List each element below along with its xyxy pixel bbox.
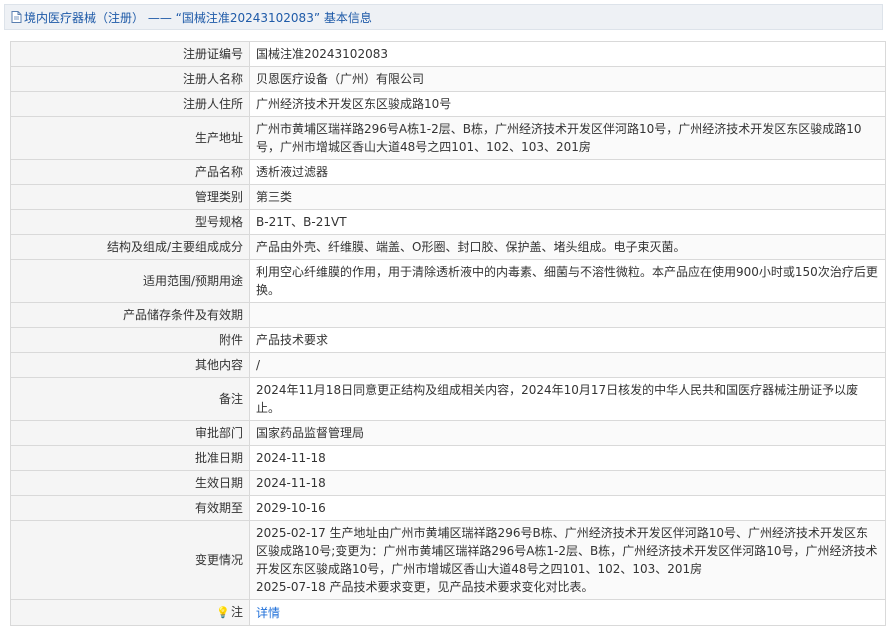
row-value: 2024-11-18 bbox=[249, 445, 886, 471]
row-value: 第三类 bbox=[249, 184, 886, 210]
document-icon bbox=[11, 11, 22, 23]
note-label-cell: 💡注 bbox=[10, 599, 250, 626]
row-value: 国家药品监督管理局 bbox=[249, 420, 886, 446]
row-value bbox=[249, 302, 886, 328]
table-row: 有效期至 2029-10-16 bbox=[10, 495, 886, 521]
table-row: 管理类别 第三类 bbox=[10, 184, 886, 210]
row-label: 生效日期 bbox=[10, 470, 250, 496]
changes-label: 变更情况 bbox=[10, 520, 250, 600]
details-link[interactable]: 详情 bbox=[256, 606, 280, 620]
table-row: 生效日期 2024-11-18 bbox=[10, 470, 886, 496]
row-value: 2024-11-18 bbox=[249, 470, 886, 496]
row-value: 广州市黄埔区瑞祥路296号A栋1-2层、B栋，广州经济技术开发区伴河路10号，广… bbox=[249, 116, 886, 160]
breadcrumb: 境内医疗器械（注册） —— “国械注准20243102083” 基本信息 bbox=[24, 10, 372, 25]
table-row: 注册证编号 国械注准20243102083 bbox=[10, 41, 886, 67]
changes-row: 变更情况 2025-02-17 生产地址由广州市黄埔区瑞祥路296号B栋、广州经… bbox=[10, 520, 886, 600]
row-value: 透析液过滤器 bbox=[249, 159, 886, 185]
row-value: 产品由外壳、纤维膜、端盖、O形圈、封口胶、保护盖、堵头组成。电子束灭菌。 bbox=[249, 234, 886, 260]
row-label: 附件 bbox=[10, 327, 250, 353]
table-row: 生产地址 广州市黄埔区瑞祥路296号A栋1-2层、B栋，广州经济技术开发区伴河路… bbox=[10, 116, 886, 160]
table-row: 审批部门 国家药品监督管理局 bbox=[10, 420, 886, 446]
table-row: 产品名称 透析液过滤器 bbox=[10, 159, 886, 185]
change-entry: 2025-07-18 产品技术要求变更，见产品技术要求变化对比表。 bbox=[256, 580, 594, 594]
row-label: 注册人名称 bbox=[10, 66, 250, 92]
row-label: 型号规格 bbox=[10, 209, 250, 235]
row-label: 审批部门 bbox=[10, 420, 250, 446]
row-label: 管理类别 bbox=[10, 184, 250, 210]
table-row: 型号规格 B-21T、B-21VT bbox=[10, 209, 886, 235]
row-label: 注册证编号 bbox=[10, 41, 250, 67]
change-entry: 2025-02-17 生产地址由广州市黄埔区瑞祥路296号B栋、广州经济技术开发… bbox=[256, 526, 878, 576]
table-row: 批准日期 2024-11-18 bbox=[10, 445, 886, 471]
note-label: 注 bbox=[230, 605, 243, 619]
row-value: 2029-10-16 bbox=[249, 495, 886, 521]
row-value: B-21T、B-21VT bbox=[249, 209, 886, 235]
row-label: 有效期至 bbox=[10, 495, 250, 521]
row-label: 产品名称 bbox=[10, 159, 250, 185]
table-row: 注册人名称 贝恩医疗设备（广州）有限公司 bbox=[10, 66, 886, 92]
note-value: 详情 bbox=[249, 599, 886, 626]
row-value: / bbox=[249, 352, 886, 378]
note-row: 💡注 详情 bbox=[10, 599, 886, 626]
row-value: 广州经济技术开发区东区骏成路10号 bbox=[249, 91, 886, 117]
table-row: 备注 2024年11月18日同意更正结构及组成相关内容，2024年10月17日核… bbox=[10, 377, 886, 421]
row-label: 结构及组成/主要组成成分 bbox=[10, 234, 250, 260]
table-row: 注册人住所 广州经济技术开发区东区骏成路10号 bbox=[10, 91, 886, 117]
row-label: 注册人住所 bbox=[10, 91, 250, 117]
row-label: 批准日期 bbox=[10, 445, 250, 471]
row-label: 适用范围/预期用途 bbox=[10, 259, 250, 303]
row-value: 贝恩医疗设备（广州）有限公司 bbox=[249, 66, 886, 92]
table-row: 结构及组成/主要组成成分 产品由外壳、纤维膜、端盖、O形圈、封口胶、保护盖、堵头… bbox=[10, 234, 886, 260]
row-value: 产品技术要求 bbox=[249, 327, 886, 353]
row-label: 备注 bbox=[10, 377, 250, 421]
row-value: 利用空心纤维膜的作用，用于清除透析液中的内毒素、细菌与不溶性微粒。本产品应在使用… bbox=[249, 259, 886, 303]
row-label: 其他内容 bbox=[10, 352, 250, 378]
table-row: 附件 产品技术要求 bbox=[10, 327, 886, 353]
row-value: 国械注准20243102083 bbox=[249, 41, 886, 67]
registration-info-table: 注册证编号 国械注准20243102083 注册人名称 贝恩医疗设备（广州）有限… bbox=[10, 41, 886, 626]
row-value: 2024年11月18日同意更正结构及组成相关内容，2024年10月17日核发的中… bbox=[249, 377, 886, 421]
table-row: 适用范围/预期用途 利用空心纤维膜的作用，用于清除透析液中的内毒素、细菌与不溶性… bbox=[10, 259, 886, 303]
page-header: 境内医疗器械（注册） —— “国械注准20243102083” 基本信息 bbox=[4, 4, 883, 30]
row-label: 产品储存条件及有效期 bbox=[10, 302, 250, 328]
changes-value: 2025-02-17 生产地址由广州市黄埔区瑞祥路296号B栋、广州经济技术开发… bbox=[249, 520, 886, 600]
table-row: 产品储存条件及有效期 bbox=[10, 302, 886, 328]
lightbulb-icon: 💡 bbox=[216, 606, 230, 619]
table-row: 其他内容 / bbox=[10, 352, 886, 378]
row-label: 生产地址 bbox=[10, 116, 250, 160]
